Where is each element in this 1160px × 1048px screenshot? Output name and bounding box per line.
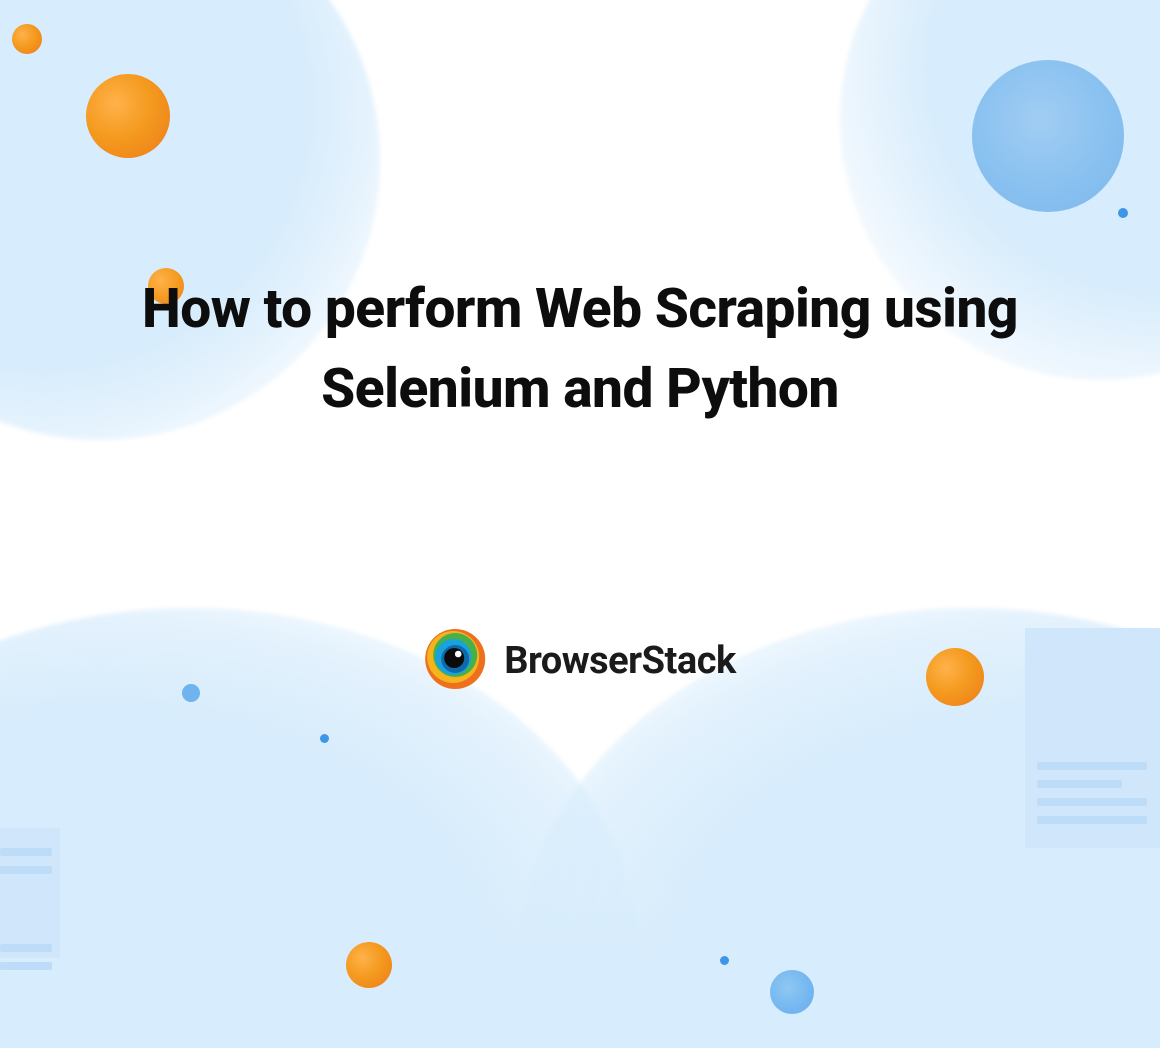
document-shape-icon [1025,628,1160,848]
banner-canvas: How to perform Web Scraping using Seleni… [0,0,1160,1048]
background-band [0,898,1160,1048]
decorative-circle-icon [926,648,984,706]
brand-row: BrowserStack [424,628,736,694]
decorative-dot-icon [1118,208,1128,218]
banner-title: How to perform Web Scraping using Seleni… [140,270,1020,430]
brand-name: BrowserStack [504,639,736,683]
decorative-dot-icon [182,684,200,702]
decorative-circle-icon [346,942,392,988]
browserstack-logo-icon [424,628,486,694]
decorative-circle-icon [770,970,814,1014]
decorative-circle-icon [12,24,42,54]
decorative-circle-icon [972,60,1124,212]
decorative-dot-icon [320,734,329,743]
document-shape-icon [0,828,60,958]
decorative-circle-icon [86,74,170,158]
decorative-dot-icon [720,956,729,965]
